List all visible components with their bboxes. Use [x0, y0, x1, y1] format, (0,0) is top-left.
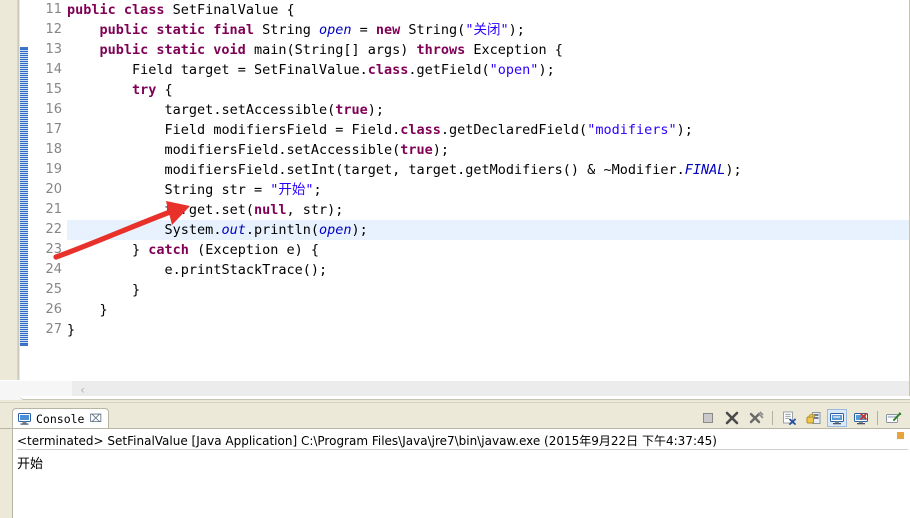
line-number: 26 — [45, 302, 62, 317]
code-line[interactable]: public static void main(String[] args) t… — [67, 40, 909, 60]
line-number: 14 — [45, 62, 62, 77]
console-output-text: 开始 — [17, 457, 44, 472]
line-number: 11 — [45, 2, 62, 17]
editor-bottom-edge — [20, 396, 910, 400]
line-number: 16 — [45, 102, 62, 117]
line-number: 27 — [45, 322, 62, 337]
code-line[interactable]: try { — [67, 80, 909, 100]
code-line[interactable]: modifiersField.setAccessible(true); — [67, 140, 909, 160]
line-number: 15 — [45, 82, 62, 97]
close-icon[interactable]: ⌧ — [89, 413, 102, 424]
code-text-area[interactable]: public class SetFinalValue { public stat… — [67, 0, 909, 380]
line-number: 25 — [45, 282, 62, 297]
code-line[interactable]: } — [67, 320, 909, 340]
console-output-area[interactable]: <terminated> SetFinalValue [Java Applica… — [12, 429, 910, 518]
console-header-rule — [17, 449, 908, 450]
clear-console-button[interactable] — [779, 409, 799, 427]
line-number: 13 — [28, 40, 75, 60]
eclipse-window: 11 12 13 14 15 16 17 18 19 20 21 22 23 24 25 26 27 publi… — [0, 0, 910, 518]
remove-all-terminated-button[interactable] — [746, 409, 766, 427]
console-marker — [897, 432, 904, 439]
code-line[interactable]: target.set(null, str); — [67, 200, 909, 220]
code-line[interactable]: Field modifiersField = Field.class.getDe… — [67, 120, 909, 140]
pin-console-button[interactable] — [827, 409, 847, 427]
remove-launch-button[interactable] — [722, 409, 742, 427]
line-number: 12 — [45, 22, 62, 37]
code-line[interactable]: target.setAccessible(true); — [67, 100, 909, 120]
line-number: 20 — [45, 182, 62, 197]
console-icon — [18, 412, 31, 425]
code-line[interactable]: Field target = SetFinalValue.class.getFi… — [67, 60, 909, 80]
editor-left-margin — [0, 0, 18, 400]
tab-console-label: Console — [36, 411, 85, 426]
line-number: 22 — [45, 222, 62, 237]
terminate-button[interactable] — [698, 409, 718, 427]
line-number: 18 — [45, 142, 62, 157]
line-number: 23 — [45, 242, 62, 257]
toolbar-separator — [772, 411, 773, 425]
console-launch-header: <terminated> SetFinalValue [Java Applica… — [17, 434, 717, 448]
code-line[interactable]: } — [67, 300, 909, 320]
line-number: 21 — [45, 202, 62, 217]
code-line[interactable]: } — [67, 280, 909, 300]
code-line[interactable]: public class SetFinalValue { — [67, 0, 909, 20]
code-line[interactable]: } catch (Exception e) { — [67, 240, 909, 260]
code-line[interactable]: e.printStackTrace(); — [67, 260, 909, 280]
code-line[interactable]: public static final String open = new St… — [67, 20, 909, 40]
code-line[interactable]: String str = "开始"; — [67, 180, 909, 200]
scroll-lock-button[interactable] — [803, 409, 823, 427]
console-tab-row: Console ⌧ — [0, 406, 910, 429]
console-view: Console ⌧ <terminated> SetFinalValue [Ja… — [0, 406, 910, 518]
line-number: 17 — [45, 122, 62, 137]
open-console-button[interactable] — [884, 409, 904, 427]
toolbar-separator-2 — [877, 411, 878, 425]
code-line[interactable]: System.out.println(open); — [67, 220, 909, 240]
line-number-ruler: 11 12 13 14 15 16 17 18 19 20 21 22 23 24 25 26 27 — [28, 0, 75, 380]
console-toolbar — [698, 408, 904, 428]
display-selected-console-button[interactable] — [851, 409, 871, 427]
line-number: 24 — [45, 262, 62, 277]
code-line[interactable]: modifiersField.setInt(target, target.get… — [67, 160, 909, 180]
line-number: 19 — [45, 162, 62, 177]
tab-console[interactable]: Console ⌧ — [12, 408, 110, 428]
code-editor[interactable]: 11 12 13 14 15 16 17 18 19 20 21 22 23 24 25 26 27 publi… — [0, 0, 910, 400]
